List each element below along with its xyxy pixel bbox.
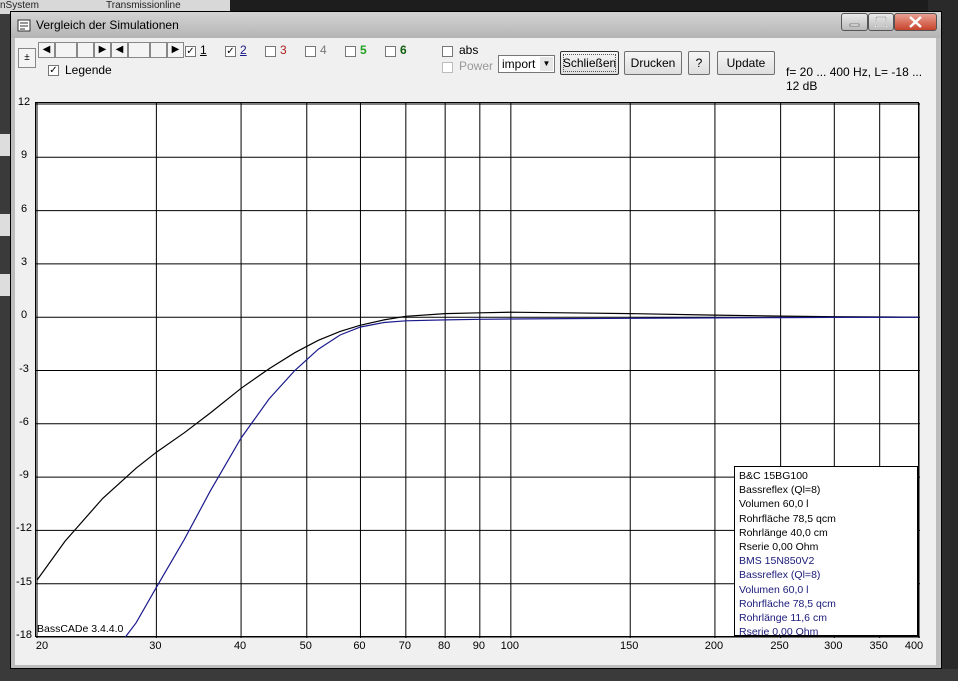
maximize-button[interactable] xyxy=(868,13,894,31)
legend-line: Rohrfläche 78,5 qcm xyxy=(739,512,836,525)
background-window-edge xyxy=(0,14,10,674)
x-tick-label: 50 xyxy=(299,640,312,652)
y-tick-label: 3 xyxy=(20,255,28,268)
x-tick-label: 80 xyxy=(438,640,451,652)
legend-line: Rserie 0,00 Ohm xyxy=(739,626,819,639)
x-tick-label: 20 xyxy=(35,640,49,652)
abs-label: abs xyxy=(459,43,479,57)
update-button[interactable]: Update xyxy=(717,51,775,75)
close-icon xyxy=(909,16,922,28)
curve-6-label: 6 xyxy=(400,43,407,57)
legend-checkbox[interactable]: ✓ xyxy=(48,65,59,76)
window-title: Vergleich der Simulationen xyxy=(36,18,179,32)
minimize-icon xyxy=(849,23,860,27)
background-tab-left: nSystem xyxy=(0,0,39,11)
x-tick-label: 100 xyxy=(500,640,520,652)
y-tick-label: -6 xyxy=(19,415,29,428)
close-window-button[interactable] xyxy=(894,13,937,31)
power-checkbox[interactable] xyxy=(442,62,453,73)
x-tick-label: 70 xyxy=(398,640,411,652)
legend-line: B&C 15BG100 xyxy=(739,470,808,482)
software-version: BassCADe 3.4.4.0 xyxy=(37,623,124,635)
print-button[interactable]: Drucken xyxy=(624,51,682,75)
triangle-right-icon: ▶ xyxy=(171,44,180,55)
triangle-left-icon: ◀ xyxy=(42,44,51,55)
curve-4-checkbox[interactable] xyxy=(305,46,316,57)
legend-line: Volumen 60,0 l xyxy=(739,583,809,596)
mode-select[interactable]: import ▼ xyxy=(498,55,555,73)
close-button[interactable]: Schließen xyxy=(560,51,619,75)
x-tick-label: 250 xyxy=(770,640,789,652)
curve-2-checkbox[interactable]: ✓ xyxy=(225,46,236,57)
y-tick-label: 0 xyxy=(20,309,28,322)
y-tick-label: 12 xyxy=(17,96,31,108)
x-tick-label: 30 xyxy=(149,640,162,652)
x-tick-label: 400 xyxy=(904,640,924,652)
y-tick-label: -12 xyxy=(16,522,32,535)
power-label: Power xyxy=(459,59,494,73)
triangle-right-icon: ▶ xyxy=(98,44,107,55)
nav-first-button[interactable]: ◀ xyxy=(38,42,55,58)
legend-line: BMS 15N850V2 xyxy=(739,555,815,568)
nav2-last-button[interactable]: ▶ xyxy=(167,42,184,58)
y-tick-label: -3 xyxy=(19,362,29,375)
app-icon xyxy=(17,19,31,32)
compare-simulations-window: Vergleich der Simulationen ± ◀ ▶ ◀ ▶ ✓ 1 ✓… xyxy=(10,11,942,669)
background-tab-right: Transmissionline xyxy=(106,0,181,11)
plus-button[interactable]: ± xyxy=(18,48,36,68)
legend-line: Rohrlänge 11,6 cm xyxy=(739,612,827,625)
y-tick-label: -9 xyxy=(19,469,29,482)
legend-line: Rohrfläche 78,5 qcm xyxy=(739,597,836,610)
legend-line: Rserie 0,00 Ohm xyxy=(739,541,819,554)
curve-6-checkbox[interactable] xyxy=(385,46,396,57)
curve-5-checkbox[interactable] xyxy=(345,46,356,57)
window-content: ± ◀ ▶ ◀ ▶ ✓ 1 ✓ 2 3 4 5 6 ✓ Legende abs Power i… xyxy=(15,38,936,665)
nav-next-button[interactable] xyxy=(77,42,94,58)
range-info: f= 20 ... 400 Hz, L= -18 ... 12 dB xyxy=(786,65,923,93)
legend-line: Bassreflex (Ql=8) xyxy=(739,569,821,582)
help-button[interactable]: ? xyxy=(688,51,710,75)
chevron-down-icon: ▼ xyxy=(540,57,553,71)
nav-last-button[interactable]: ▶ xyxy=(94,42,111,58)
background-bottom xyxy=(0,669,958,681)
nav2-next-button[interactable] xyxy=(150,42,167,58)
y-tick-label: 9 xyxy=(20,149,28,162)
y-tick-label: -18 xyxy=(16,629,32,641)
nav-prev-button[interactable] xyxy=(55,42,77,58)
curve-4-label: 4 xyxy=(320,43,327,57)
legend-line: Volumen 60,0 l xyxy=(739,498,809,511)
legend-line: Bassreflex (Ql=8) xyxy=(739,484,821,497)
title-bar[interactable]: Vergleich der Simulationen xyxy=(11,12,941,38)
curve-1-checkbox[interactable]: ✓ xyxy=(185,46,196,57)
x-tick-label: 90 xyxy=(472,640,485,652)
curve-5-label: 5 xyxy=(360,43,367,57)
triangle-left-icon: ◀ xyxy=(115,44,124,55)
curve-3-checkbox[interactable] xyxy=(265,46,276,57)
curve-2-label: 2 xyxy=(240,43,247,57)
maximize-icon xyxy=(875,16,887,27)
chart-legend: B&C 15BG100 Bassreflex (Ql=8) Volumen 60,0… xyxy=(734,466,918,639)
abs-checkbox[interactable] xyxy=(442,46,453,57)
y-tick-label: -15 xyxy=(16,575,32,588)
legend-checkbox-label: Legende xyxy=(65,63,112,77)
minimize-button[interactable] xyxy=(841,13,868,31)
nav2-prev-button[interactable] xyxy=(128,42,150,58)
y-tick-label: 6 xyxy=(20,202,28,215)
x-tick-label: 200 xyxy=(704,640,724,652)
legend-line: Rohrlänge 40,0 cm xyxy=(739,526,828,539)
curve-1-label: 1 xyxy=(200,43,207,57)
mode-select-value: import xyxy=(502,57,536,71)
x-tick-label: 350 xyxy=(869,640,888,652)
x-tick-label: 40 xyxy=(233,640,247,652)
x-tick-label: 60 xyxy=(353,640,366,652)
x-tick-label: 150 xyxy=(620,640,639,652)
curve-3-label: 3 xyxy=(280,43,287,57)
x-tick-label: 300 xyxy=(824,640,843,652)
nav2-first-button[interactable]: ◀ xyxy=(111,42,128,58)
